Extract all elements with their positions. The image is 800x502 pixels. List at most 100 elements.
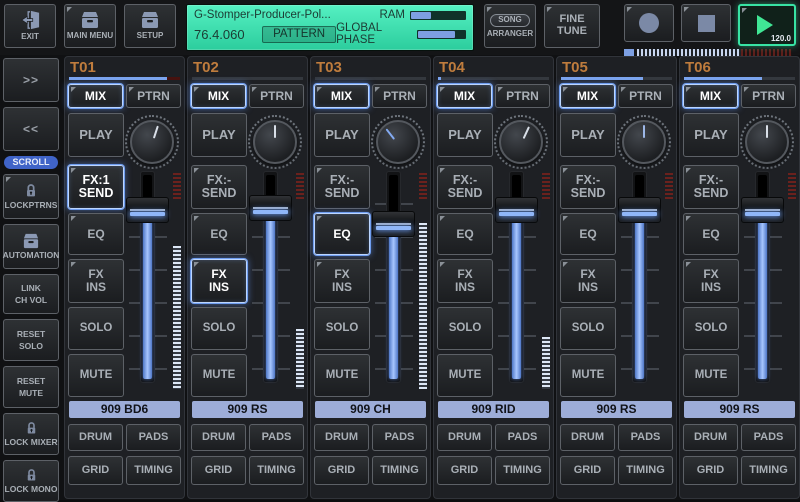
timing-button[interactable]: TIMING [495, 456, 550, 485]
drum-button[interactable]: DRUM [683, 424, 738, 451]
fader-handle[interactable] [372, 211, 415, 237]
drum-button[interactable]: DRUM [560, 424, 615, 451]
reset-mute-button[interactable]: RESET MUTE [3, 366, 59, 408]
fx-ins-button[interactable]: FX INS [314, 259, 370, 303]
solo-button[interactable]: SOLO [437, 307, 493, 350]
pads-button[interactable]: PADS [372, 424, 427, 451]
eq-button[interactable]: EQ [314, 213, 370, 255]
sample-name[interactable]: 909 RID [438, 401, 549, 418]
fx-ins-button[interactable]: FX INS [437, 259, 493, 303]
mix-button[interactable]: MIX [683, 84, 738, 108]
scroll-left-button[interactable]: << [3, 107, 59, 151]
play-track-button[interactable]: PLAY [314, 113, 370, 157]
fx-ins-button[interactable]: FX INS [560, 259, 616, 303]
timing-button[interactable]: TIMING [126, 456, 181, 485]
mute-button[interactable]: MUTE [683, 354, 739, 397]
sample-name[interactable]: 909 RS [192, 401, 303, 418]
timing-button[interactable]: TIMING [372, 456, 427, 485]
link-channel-volumes-button[interactable]: LINK CH VOL [3, 274, 59, 314]
play-track-button[interactable]: PLAY [191, 113, 247, 157]
pads-button[interactable]: PADS [618, 424, 673, 451]
fx-ins-button[interactable]: FX INS [683, 259, 739, 303]
play-track-button[interactable]: PLAY [437, 113, 493, 157]
fx-send-button[interactable]: FX:- SEND [560, 165, 616, 209]
eq-button[interactable]: EQ [683, 213, 739, 255]
mix-button[interactable]: MIX [437, 84, 492, 108]
timing-button[interactable]: TIMING [741, 456, 796, 485]
ptrn-button[interactable]: PTRN [495, 84, 550, 108]
fine-tune-button[interactable]: FINE TUNE [544, 4, 600, 48]
ptrn-button[interactable]: PTRN [741, 84, 796, 108]
exit-button[interactable]: EXIT [4, 4, 56, 48]
drum-button[interactable]: DRUM [437, 424, 492, 451]
eq-button[interactable]: EQ [560, 213, 616, 255]
grid-button[interactable]: GRID [314, 456, 369, 485]
sample-name[interactable]: 909 RS [684, 401, 795, 418]
timing-button[interactable]: TIMING [249, 456, 304, 485]
play-button[interactable]: 120.0 [738, 4, 796, 46]
pads-button[interactable]: PADS [495, 424, 550, 451]
fx-send-button[interactable]: FX:- SEND [683, 165, 739, 209]
lcd-display[interactable]: G-Stomper-Producer-Pol... RAM 76.4.060 P… [186, 4, 474, 51]
ptrn-button[interactable]: PTRN [249, 84, 304, 108]
main-menu-button[interactable]: MAIN MENU [64, 4, 116, 48]
reset-solo-button[interactable]: RESET SOLO [3, 319, 59, 361]
play-track-button[interactable]: PLAY [683, 113, 739, 157]
sample-name[interactable]: 909 BD6 [69, 401, 180, 418]
play-track-button[interactable]: PLAY [560, 113, 616, 157]
pan-knob[interactable] [371, 115, 425, 169]
mute-button[interactable]: MUTE [560, 354, 616, 397]
sample-name[interactable]: 909 RS [561, 401, 672, 418]
lock-mono-button[interactable]: LOCK MONO [3, 460, 59, 502]
channel-fader[interactable] [495, 171, 539, 391]
drum-button[interactable]: DRUM [191, 424, 246, 451]
channel-fader[interactable] [249, 171, 293, 391]
play-track-button[interactable]: PLAY [68, 113, 124, 157]
eq-button[interactable]: EQ [191, 213, 247, 255]
mute-button[interactable]: MUTE [191, 354, 247, 397]
fader-handle[interactable] [126, 197, 169, 223]
grid-button[interactable]: GRID [683, 456, 738, 485]
drum-button[interactable]: DRUM [68, 424, 123, 451]
mix-button[interactable]: MIX [68, 84, 123, 108]
mix-button[interactable]: MIX [560, 84, 615, 108]
scroll-right-button[interactable]: >> [3, 58, 59, 102]
grid-button[interactable]: GRID [560, 456, 615, 485]
lock-mixer-button[interactable]: LOCK MIXER [3, 413, 59, 455]
setup-button[interactable]: SETUP [124, 4, 176, 48]
fader-handle[interactable] [249, 195, 292, 221]
pads-button[interactable]: PADS [741, 424, 796, 451]
ptrn-button[interactable]: PTRN [618, 84, 673, 108]
pan-knob[interactable] [494, 115, 548, 169]
mix-button[interactable]: MIX [314, 84, 369, 108]
pads-button[interactable]: PADS [126, 424, 181, 451]
record-button[interactable] [624, 4, 674, 42]
solo-button[interactable]: SOLO [68, 307, 124, 350]
drum-button[interactable]: DRUM [314, 424, 369, 451]
mute-button[interactable]: MUTE [68, 354, 124, 397]
pads-button[interactable]: PADS [249, 424, 304, 451]
pan-knob[interactable] [248, 115, 302, 169]
timing-button[interactable]: TIMING [618, 456, 673, 485]
stop-button[interactable] [681, 4, 731, 42]
fx-send-button[interactable]: FX:- SEND [437, 165, 493, 209]
eq-button[interactable]: EQ [68, 213, 124, 255]
solo-button[interactable]: SOLO [560, 307, 616, 350]
grid-button[interactable]: GRID [68, 456, 123, 485]
lock-patterns-button[interactable]: LOCKPTRNS [3, 174, 59, 219]
sample-name[interactable]: 909 CH [315, 401, 426, 418]
mute-button[interactable]: MUTE [437, 354, 493, 397]
fx-send-button[interactable]: FX:1 SEND [68, 165, 124, 209]
ptrn-button[interactable]: PTRN [126, 84, 181, 108]
channel-fader[interactable] [618, 171, 662, 391]
mix-button[interactable]: MIX [191, 84, 246, 108]
automation-button[interactable]: AUTOMATION [3, 224, 59, 269]
grid-button[interactable]: GRID [437, 456, 492, 485]
fader-handle[interactable] [618, 197, 661, 223]
pan-knob[interactable] [125, 115, 179, 169]
fx-send-button[interactable]: FX:- SEND [191, 165, 247, 209]
fx-ins-button[interactable]: FX INS [68, 259, 124, 303]
channel-fader[interactable] [741, 171, 785, 391]
fader-handle[interactable] [741, 197, 784, 223]
solo-button[interactable]: SOLO [314, 307, 370, 350]
